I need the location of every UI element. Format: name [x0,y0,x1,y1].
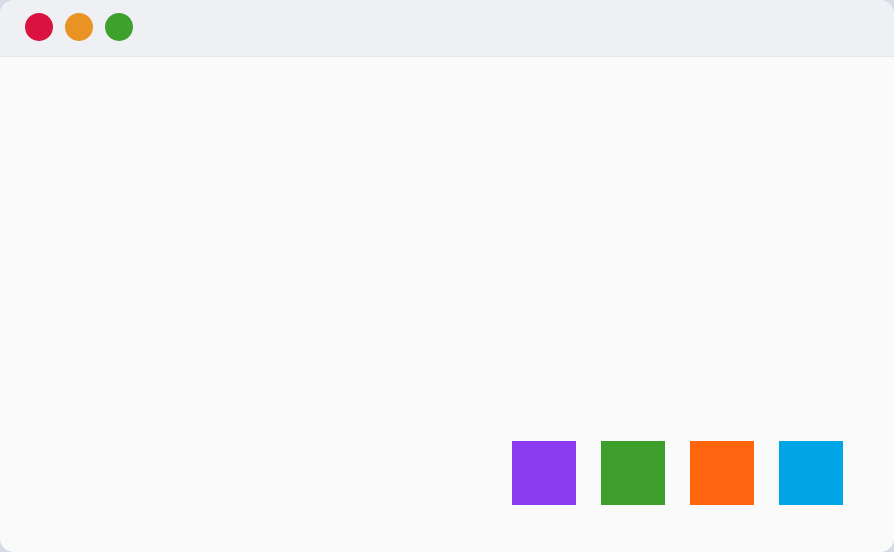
color-swatch-row [512,441,843,505]
swatch-green[interactable] [601,441,665,505]
app-window [0,0,894,552]
swatch-purple[interactable] [512,441,576,505]
swatch-blue[interactable] [779,441,843,505]
maximize-window-button[interactable] [105,13,133,41]
title-bar [0,0,894,57]
minimize-window-button[interactable] [65,13,93,41]
close-window-button[interactable] [25,13,53,41]
swatch-orange[interactable] [690,441,754,505]
